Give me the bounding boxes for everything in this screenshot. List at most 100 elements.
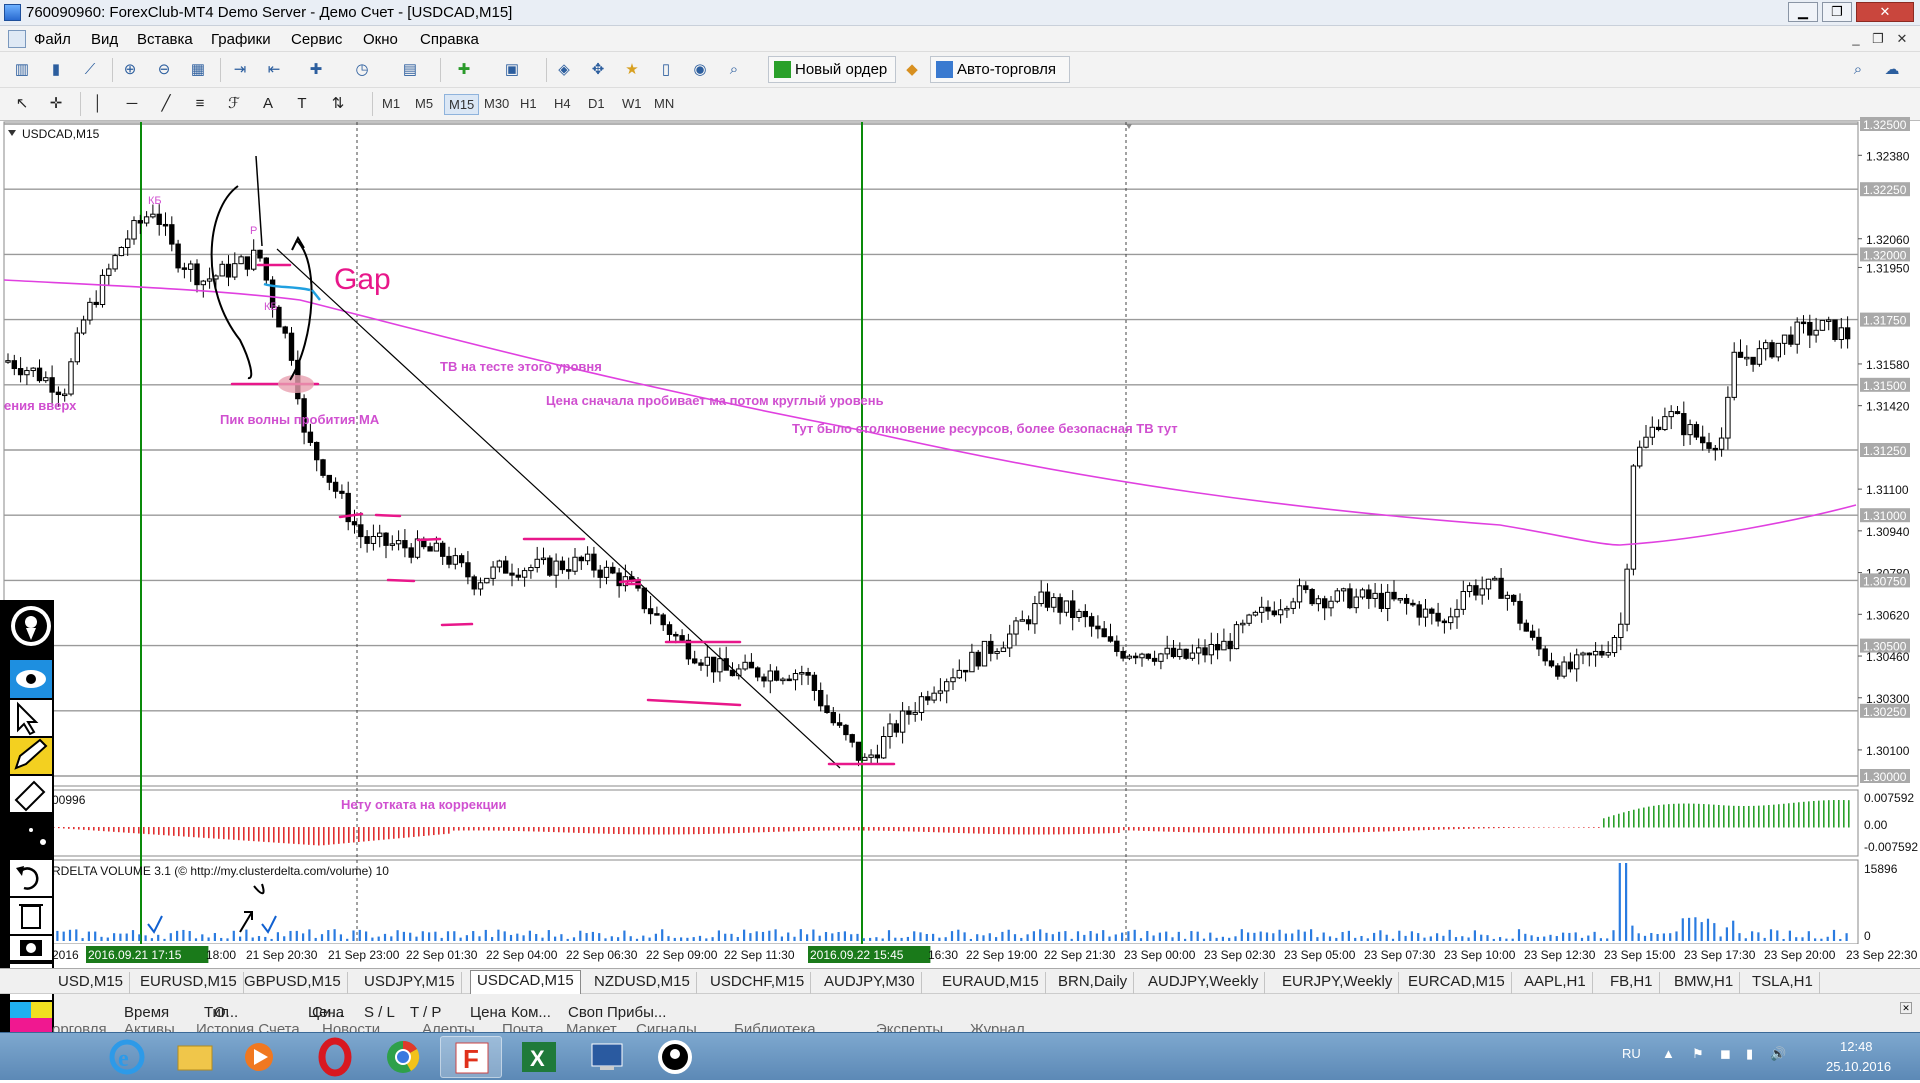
terminal-column-header[interactable]: Цена xyxy=(308,1004,344,1021)
oscillator-bar xyxy=(48,827,50,828)
time-tick-label: 21 Sep 20:30 xyxy=(246,948,318,962)
terminal-column-header[interactable]: Цена xyxy=(470,1004,506,1021)
volume-bar xyxy=(560,934,563,941)
taskbar-media-player-icon[interactable] xyxy=(228,1036,290,1078)
terminal-column-header[interactable]: О... xyxy=(214,1004,238,1021)
volume-bar xyxy=(50,936,53,941)
chart-tab[interactable]: AUDJPY,Weekly xyxy=(1142,972,1266,994)
candle-body xyxy=(660,614,666,626)
chart-tab[interactable]: TSLA,H1 xyxy=(1746,972,1820,994)
oscillator-bar xyxy=(583,827,585,834)
price-chart[interactable]: 1.32500 1.32380 1.32250 1.320601.320001.319… xyxy=(0,0,1920,1080)
volume-bar xyxy=(774,929,777,941)
candle-body xyxy=(786,678,792,682)
oscillator-bar xyxy=(1623,812,1625,828)
taskbar-ie-icon[interactable]: e xyxy=(96,1036,158,1078)
volume-bar xyxy=(434,931,437,941)
chart-tab[interactable]: USDCAD,M15 xyxy=(470,970,581,995)
taskbar-forexclub-icon[interactable]: F xyxy=(440,1036,502,1078)
tray-volume-icon[interactable]: 🔊 xyxy=(1770,1046,1786,1062)
terminal-column-header[interactable]: S / L xyxy=(364,1004,395,1021)
candle-body xyxy=(162,223,169,227)
chart-tab[interactable]: EURJPY,Weekly xyxy=(1276,972,1400,994)
taskbar-network-icon[interactable] xyxy=(576,1036,638,1078)
taskbar-opera-icon[interactable] xyxy=(304,1036,366,1078)
terminal-column-header[interactable]: Своп xyxy=(568,1004,603,1021)
candle-body xyxy=(792,673,799,681)
volume-tick-label: 15896 xyxy=(1864,862,1898,876)
chart-tab[interactable]: USDCHF,M15 xyxy=(704,972,812,994)
oscillator-bar xyxy=(1073,827,1075,835)
taskbar-excel-icon[interactable]: X xyxy=(508,1036,570,1078)
oscillator-bar xyxy=(1653,805,1655,828)
chart-tab[interactable]: BMW,H1 xyxy=(1668,972,1741,994)
terminal-column-header[interactable]: Ком... xyxy=(511,1004,551,1021)
oscillator-bar xyxy=(1803,801,1805,828)
oscillator-bar xyxy=(1473,827,1475,829)
volume-bar xyxy=(509,934,513,941)
tray-network-icon[interactable]: ▮ xyxy=(1746,1046,1753,1062)
volume-bar xyxy=(390,936,393,941)
volume-bar xyxy=(1706,918,1710,941)
oscillator-bar xyxy=(1283,827,1285,834)
chart-tab[interactable]: EURUSD,M15 xyxy=(134,972,244,994)
volume-bar xyxy=(906,936,909,941)
taskbar-chrome-icon[interactable] xyxy=(372,1036,434,1078)
volume-bar xyxy=(113,933,116,941)
chart-tab[interactable]: AAPL,H1 xyxy=(1518,972,1593,994)
oscillator-bar xyxy=(1168,827,1170,832)
clock-date[interactable]: 25.10.2016 xyxy=(1826,1059,1891,1074)
candle-body xyxy=(137,220,144,224)
chart-tab[interactable]: NZDUSD,M15 xyxy=(588,972,697,994)
terminal-column-header[interactable]: T / P xyxy=(410,1004,441,1021)
oscillator-bar xyxy=(1778,804,1780,828)
clock-time[interactable]: 12:48 xyxy=(1840,1039,1873,1054)
oscillator-bar xyxy=(1793,802,1795,828)
oscillator-bar xyxy=(668,827,670,835)
oscillator-bar xyxy=(673,827,675,835)
terminal-close-icon[interactable]: ✕ xyxy=(1900,1002,1912,1014)
volume-bar xyxy=(806,934,809,941)
annotation-wave-peak: Пик волны пробития МА xyxy=(220,412,380,427)
candle-body xyxy=(521,570,528,578)
candle-body xyxy=(1259,606,1265,613)
oscillator-bar xyxy=(1488,827,1490,829)
svg-text:e: e xyxy=(118,1046,129,1072)
candle-body xyxy=(868,754,874,758)
volume-bar xyxy=(1272,933,1275,941)
terminal-column-header[interactable]: Время xyxy=(124,1004,169,1021)
chart-tab[interactable]: FB,H1 xyxy=(1604,972,1660,994)
oscillator-bar xyxy=(663,827,665,835)
terminal-column-header[interactable]: Прибы... xyxy=(607,1004,666,1021)
candle-body xyxy=(484,577,490,584)
chart-tab[interactable]: EURAUD,M15 xyxy=(936,972,1046,994)
chart-tab[interactable]: EURCAD,M15 xyxy=(1402,972,1512,994)
chart-tab[interactable]: USD,M15 xyxy=(52,972,131,994)
volume-bar xyxy=(478,936,481,941)
volume-bar xyxy=(925,934,928,941)
chart-tab[interactable]: BRN,Daily xyxy=(1052,972,1135,994)
tray-arrow-icon[interactable]: ▲ xyxy=(1662,1046,1675,1061)
candle-body xyxy=(925,696,931,701)
tray-flag-icon[interactable]: ⚑ xyxy=(1692,1046,1704,1062)
volume-bar xyxy=(1593,931,1596,941)
volume-bar xyxy=(56,930,59,941)
tray-app-icon[interactable]: ◼ xyxy=(1720,1046,1731,1062)
volume-bar xyxy=(81,938,84,941)
volume-bar xyxy=(1530,935,1533,941)
volume-bar xyxy=(1234,936,1237,941)
candle-body xyxy=(1460,591,1466,610)
oscillator-bar xyxy=(903,827,905,832)
language-indicator[interactable]: RU xyxy=(1622,1046,1641,1061)
candle-body xyxy=(106,268,112,276)
volume-bar xyxy=(1442,935,1445,941)
chart-tab[interactable]: GBPUSD,M15 xyxy=(238,972,348,994)
taskbar-explorer-icon[interactable] xyxy=(164,1036,226,1078)
chart-tab[interactable]: AUDJPY,M30 xyxy=(818,972,922,994)
candle-body xyxy=(402,540,408,549)
taskbar-pin-app-icon[interactable] xyxy=(644,1036,706,1078)
oscillator-bar xyxy=(1078,827,1080,835)
chart-tab[interactable]: USDJPY,M15 xyxy=(358,972,462,994)
oscillator-bar xyxy=(208,827,210,839)
oscillator-bar xyxy=(1548,827,1550,828)
